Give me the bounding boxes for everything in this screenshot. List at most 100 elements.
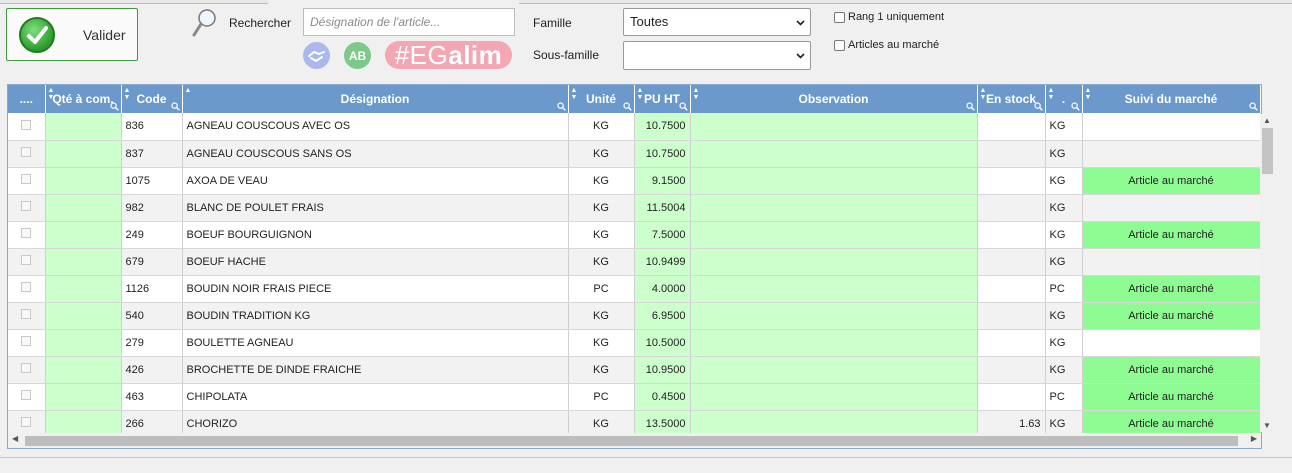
observation-cell[interactable] [690, 302, 978, 330]
row-checkbox-box[interactable] [21, 390, 32, 400]
sort-icon[interactable]: ▲ ▼ [1048, 87, 1055, 101]
qty-cell[interactable] [45, 356, 122, 384]
filter-search-icon[interactable] [1070, 102, 1080, 111]
scroll-left-icon[interactable]: ◀ [12, 434, 18, 443]
scroll-right-icon[interactable]: ▶ [1251, 434, 1257, 443]
qty-cell[interactable] [45, 302, 122, 330]
search-input[interactable] [303, 8, 515, 36]
table-row[interactable]: 540 BOUDIN TRADITION KG KG 6.9500 KG Article … [8, 302, 1261, 330]
famille-select[interactable]: Toutes [623, 8, 811, 36]
qty-cell[interactable] [45, 221, 122, 249]
observation-cell[interactable] [690, 113, 978, 141]
row-checkbox[interactable] [8, 194, 46, 222]
filter-search-icon[interactable] [622, 102, 632, 111]
sort-icon[interactable]: ▲ ▼ [124, 87, 131, 101]
table-row[interactable]: 426 BROCHETTE DE DINDE FRAICHE KG 10.9500 KG… [8, 356, 1261, 384]
observation-cell[interactable] [690, 248, 978, 276]
filter-search-icon[interactable] [170, 102, 180, 111]
sort-icon[interactable]: ▲ ▼ [1085, 87, 1092, 101]
filter-search-icon[interactable] [1248, 102, 1258, 111]
row-checkbox-box[interactable] [21, 147, 32, 157]
row-checkbox-box[interactable] [21, 363, 32, 373]
rang1-checkbox-box[interactable] [834, 11, 845, 23]
qty-cell[interactable] [45, 194, 122, 222]
col-code-header[interactable]: ▲ ▼ Code [121, 85, 183, 113]
search-icon[interactable] [192, 8, 218, 38]
row-checkbox-box[interactable] [21, 174, 32, 184]
valider-button[interactable]: Valider [6, 8, 138, 61]
qty-cell[interactable] [45, 167, 122, 195]
sort-icon[interactable]: ▲ ▼ [571, 87, 578, 101]
row-checkbox-box[interactable] [21, 228, 32, 238]
filter-search-icon[interactable] [965, 102, 975, 111]
sort-icon[interactable]: ▲ ▼ [48, 87, 55, 101]
scroll-up-icon[interactable]: ▲ [1263, 116, 1271, 125]
table-row[interactable]: 982 BLANC DE POULET FRAIS KG 11.5004 KG [8, 194, 1261, 222]
scroll-down-icon[interactable]: ▼ [1263, 421, 1271, 430]
filter-search-icon[interactable] [1033, 102, 1043, 111]
marche-checkbox-box[interactable] [834, 39, 845, 51]
col-unit2-header[interactable]: ▲ ▼. [1045, 85, 1083, 113]
sous-famille-select[interactable] [623, 41, 811, 70]
marche-checkbox[interactable]: Articles au marché [834, 39, 939, 51]
row-checkbox-box[interactable] [21, 417, 32, 427]
row-checkbox[interactable] [8, 113, 46, 141]
filter-search-icon[interactable] [109, 102, 119, 111]
col-qty-header[interactable]: ▲ ▼ Qté à com. [45, 85, 122, 113]
sort-icon[interactable]: ▲ ▼ [980, 87, 987, 101]
row-checkbox-box[interactable] [21, 255, 32, 265]
observation-cell[interactable] [690, 275, 978, 303]
observation-cell[interactable] [690, 221, 978, 249]
col-stock-header[interactable]: ▲ ▼ En stock [977, 85, 1046, 113]
horizontal-scroll-thumb[interactable] [25, 436, 1238, 446]
vertical-scrollbar[interactable]: ▲ ▼ [1260, 114, 1275, 432]
col-unit-header[interactable]: ▲ ▼ Unité [568, 85, 635, 113]
col-select-header[interactable]: .... [8, 85, 46, 113]
organic-ab-icon[interactable]: AB [344, 42, 371, 69]
filter-search-icon[interactable] [556, 102, 566, 111]
table-row[interactable]: 1126 BOUDIN NOIR FRAIS PIECE PC 4.0000 PC Art… [8, 275, 1261, 303]
vertical-scroll-thumb[interactable] [1262, 128, 1273, 174]
sort-asc-icon[interactable]: ▲ [185, 87, 192, 94]
observation-cell[interactable] [690, 356, 978, 384]
table-row[interactable]: 249 BOEUF BOURGUIGNON KG 7.5000 KG Article au… [8, 221, 1261, 249]
col-price-header[interactable]: ▲ ▼ PU HT [634, 85, 691, 113]
table-row[interactable]: 279 BOULETTE AGNEAU KG 10.5000 KG [8, 329, 1261, 357]
row-checkbox-box[interactable] [21, 282, 32, 292]
table-row[interactable]: 1075 AXOA DE VEAU KG 9.1500 KG Article au mar… [8, 167, 1261, 195]
rang1-checkbox[interactable]: Rang 1 uniquement [834, 11, 944, 23]
table-row[interactable]: 836 AGNEAU COUSCOUS AVEC OS KG 10.7500 KG [8, 113, 1261, 141]
col-designation-header[interactable]: ▲ Désignation [182, 85, 569, 113]
table-row[interactable]: 679 BOEUF HACHE KG 10.9499 KG [8, 248, 1261, 276]
row-checkbox[interactable] [8, 275, 46, 303]
row-checkbox-box[interactable] [21, 119, 32, 130]
row-checkbox-box[interactable] [21, 201, 32, 211]
observation-cell[interactable] [690, 140, 978, 168]
qty-cell[interactable] [45, 248, 122, 276]
row-checkbox[interactable] [8, 302, 46, 330]
row-checkbox[interactable] [8, 329, 46, 357]
qty-cell[interactable] [45, 275, 122, 303]
observation-cell[interactable] [690, 194, 978, 222]
table-row[interactable]: 837 AGNEAU COUSCOUS SANS OS KG 10.7500 KG [8, 140, 1261, 168]
row-checkbox[interactable] [8, 248, 46, 276]
observation-cell[interactable] [690, 329, 978, 357]
sort-icon[interactable]: ▲ ▼ [693, 87, 700, 101]
qty-cell[interactable] [45, 383, 122, 411]
col-market-header[interactable]: ▲ ▼ Suivi du marché [1082, 85, 1261, 113]
row-checkbox[interactable] [8, 356, 46, 384]
qty-cell[interactable] [45, 329, 122, 357]
row-checkbox-box[interactable] [21, 309, 32, 319]
row-checkbox[interactable] [8, 167, 46, 195]
row-checkbox-box[interactable] [21, 336, 32, 346]
row-checkbox[interactable] [8, 221, 46, 249]
observation-cell[interactable] [690, 167, 978, 195]
row-checkbox[interactable] [8, 140, 46, 168]
horizontal-scrollbar[interactable]: ◀ ▶ [8, 433, 1261, 448]
table-row[interactable]: 463 CHIPOLATA PC 0.4500 PC Article au marché [8, 383, 1261, 411]
filter-search-icon[interactable] [678, 102, 688, 111]
qty-cell[interactable] [45, 140, 122, 168]
sort-icon[interactable]: ▲ ▼ [637, 87, 644, 101]
egalim-badge[interactable]: #EGalim [385, 41, 512, 69]
qty-cell[interactable] [45, 113, 122, 141]
